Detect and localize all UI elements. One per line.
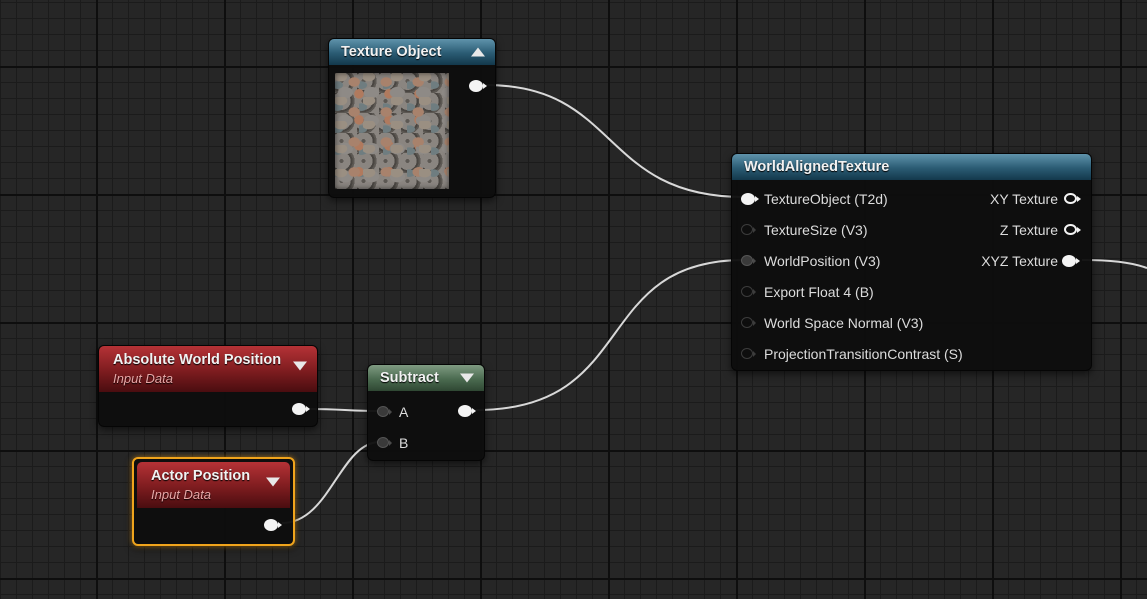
collapse-down-icon[interactable] bbox=[293, 361, 307, 371]
world-aligned-texture-title: WorldAlignedTexture bbox=[744, 159, 890, 175]
input-label-projectiontransitioncontrast: ProjectionTransitionContrast (S) bbox=[764, 346, 963, 362]
actor-position-title: Actor Position bbox=[151, 468, 251, 484]
absolute-world-position-output-pin[interactable] bbox=[292, 403, 310, 415]
collapse-down-icon[interactable] bbox=[460, 373, 474, 383]
world-aligned-texture-header[interactable]: WorldAlignedTexture bbox=[732, 154, 1091, 180]
input-pin-projectiontransitioncontrast[interactable] bbox=[741, 348, 756, 359]
texture-object-title: Texture Object bbox=[341, 44, 442, 60]
input-label-worldspacenormal: World Space Normal (V3) bbox=[764, 315, 924, 331]
absolute-world-position-header[interactable]: Absolute World Position Input Data bbox=[99, 346, 317, 392]
wire-actorpos-to-b[interactable] bbox=[281, 441, 381, 524]
actor-position-header[interactable]: Actor Position Input Data bbox=[137, 462, 290, 508]
world-aligned-texture-node[interactable]: WorldAlignedTexture TextureObject (T2d) … bbox=[731, 153, 1092, 371]
wire-subtract-to-worldposition[interactable] bbox=[475, 259, 745, 411]
output-label-xytexture: XY Texture bbox=[990, 191, 1058, 207]
absolute-world-position-subtitle: Input Data bbox=[113, 371, 173, 386]
texture-object-header[interactable]: Texture Object bbox=[329, 39, 495, 65]
input-pin-textureobject[interactable] bbox=[741, 193, 759, 205]
actor-position-output-pin[interactable] bbox=[264, 519, 282, 531]
texture-object-node[interactable]: Texture Object bbox=[328, 38, 496, 198]
subtract-input-pin-a[interactable] bbox=[377, 406, 392, 417]
subtract-node[interactable]: Subtract A B bbox=[367, 364, 485, 461]
input-label-exportfloat4: Export Float 4 (B) bbox=[764, 284, 874, 300]
collapse-up-icon[interactable] bbox=[471, 47, 485, 57]
input-label-textureobject: TextureObject (T2d) bbox=[764, 191, 888, 207]
actor-position-subtitle: Input Data bbox=[151, 487, 211, 502]
texture-output-pin[interactable] bbox=[469, 80, 487, 92]
absolute-world-position-title: Absolute World Position bbox=[113, 352, 282, 368]
subtract-input-label-b: B bbox=[399, 435, 409, 451]
output-pin-xytexture[interactable] bbox=[1064, 193, 1081, 204]
input-pin-worldspacenormal[interactable] bbox=[741, 317, 756, 328]
output-label-ztexture: Z Texture bbox=[999, 222, 1058, 238]
absolute-world-position-node[interactable]: Absolute World Position Input Data bbox=[98, 345, 318, 427]
output-pin-ztexture[interactable] bbox=[1064, 224, 1081, 235]
subtract-input-label-a: A bbox=[399, 404, 409, 420]
output-label-xyztexture: XYZ Texture bbox=[981, 253, 1058, 269]
actor-position-node[interactable]: Actor Position Input Data bbox=[132, 457, 295, 546]
material-graph-canvas[interactable]: Texture Object WorldAlignedTexture Textu… bbox=[0, 0, 1147, 599]
texture-thumbnail bbox=[335, 73, 449, 189]
collapse-down-icon[interactable] bbox=[266, 477, 280, 487]
subtract-title: Subtract bbox=[380, 370, 439, 386]
input-label-texturesize: TextureSize (V3) bbox=[764, 222, 868, 238]
wire-texture-to-textureobject[interactable] bbox=[485, 84, 745, 198]
input-pin-exportfloat4[interactable] bbox=[741, 286, 756, 297]
subtract-input-pin-b[interactable] bbox=[377, 437, 392, 448]
input-pin-worldposition[interactable] bbox=[741, 255, 756, 266]
subtract-header[interactable]: Subtract bbox=[368, 365, 484, 391]
subtract-output-pin[interactable] bbox=[458, 405, 476, 417]
input-label-worldposition: WorldPosition (V3) bbox=[764, 253, 881, 269]
output-pin-xyztexture[interactable] bbox=[1062, 255, 1080, 267]
input-pin-texturesize[interactable] bbox=[741, 224, 756, 235]
